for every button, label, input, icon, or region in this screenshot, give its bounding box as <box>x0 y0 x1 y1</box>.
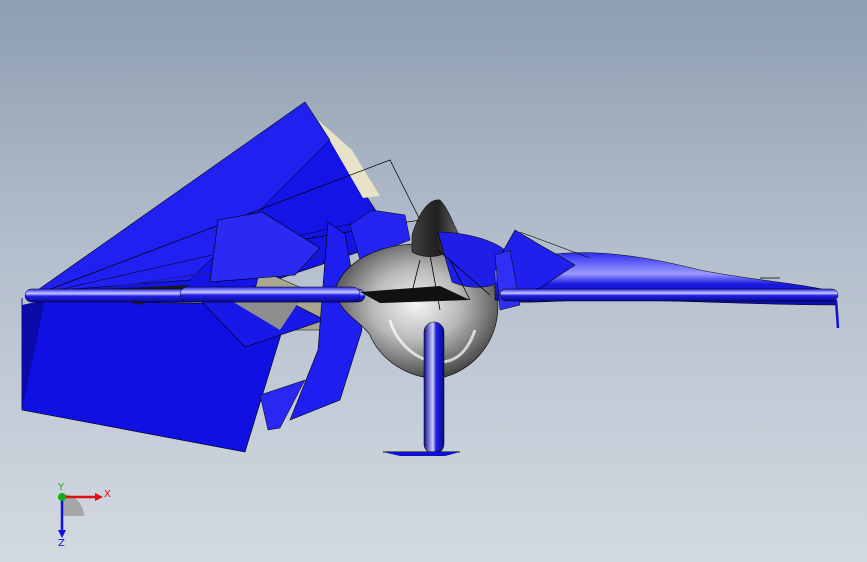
3d-model[interactable] <box>0 0 867 562</box>
graphics-viewport[interactable]: X Y Z <box>0 0 867 562</box>
triad-x-arrow-icon <box>95 493 103 501</box>
boom-tube-segment <box>179 286 361 303</box>
vertical-stem-tube <box>423 321 445 455</box>
triad-y-axis-dot <box>58 493 66 501</box>
triad-y-label: Y <box>57 482 65 493</box>
triad-x-label: X <box>104 489 111 500</box>
right-boom-tube <box>499 288 839 302</box>
orientation-triad[interactable]: X Y Z <box>40 482 120 548</box>
stem-foot <box>383 452 460 456</box>
triad-z-label: Z <box>58 538 65 548</box>
triad-z-arrow-icon <box>58 530 66 538</box>
